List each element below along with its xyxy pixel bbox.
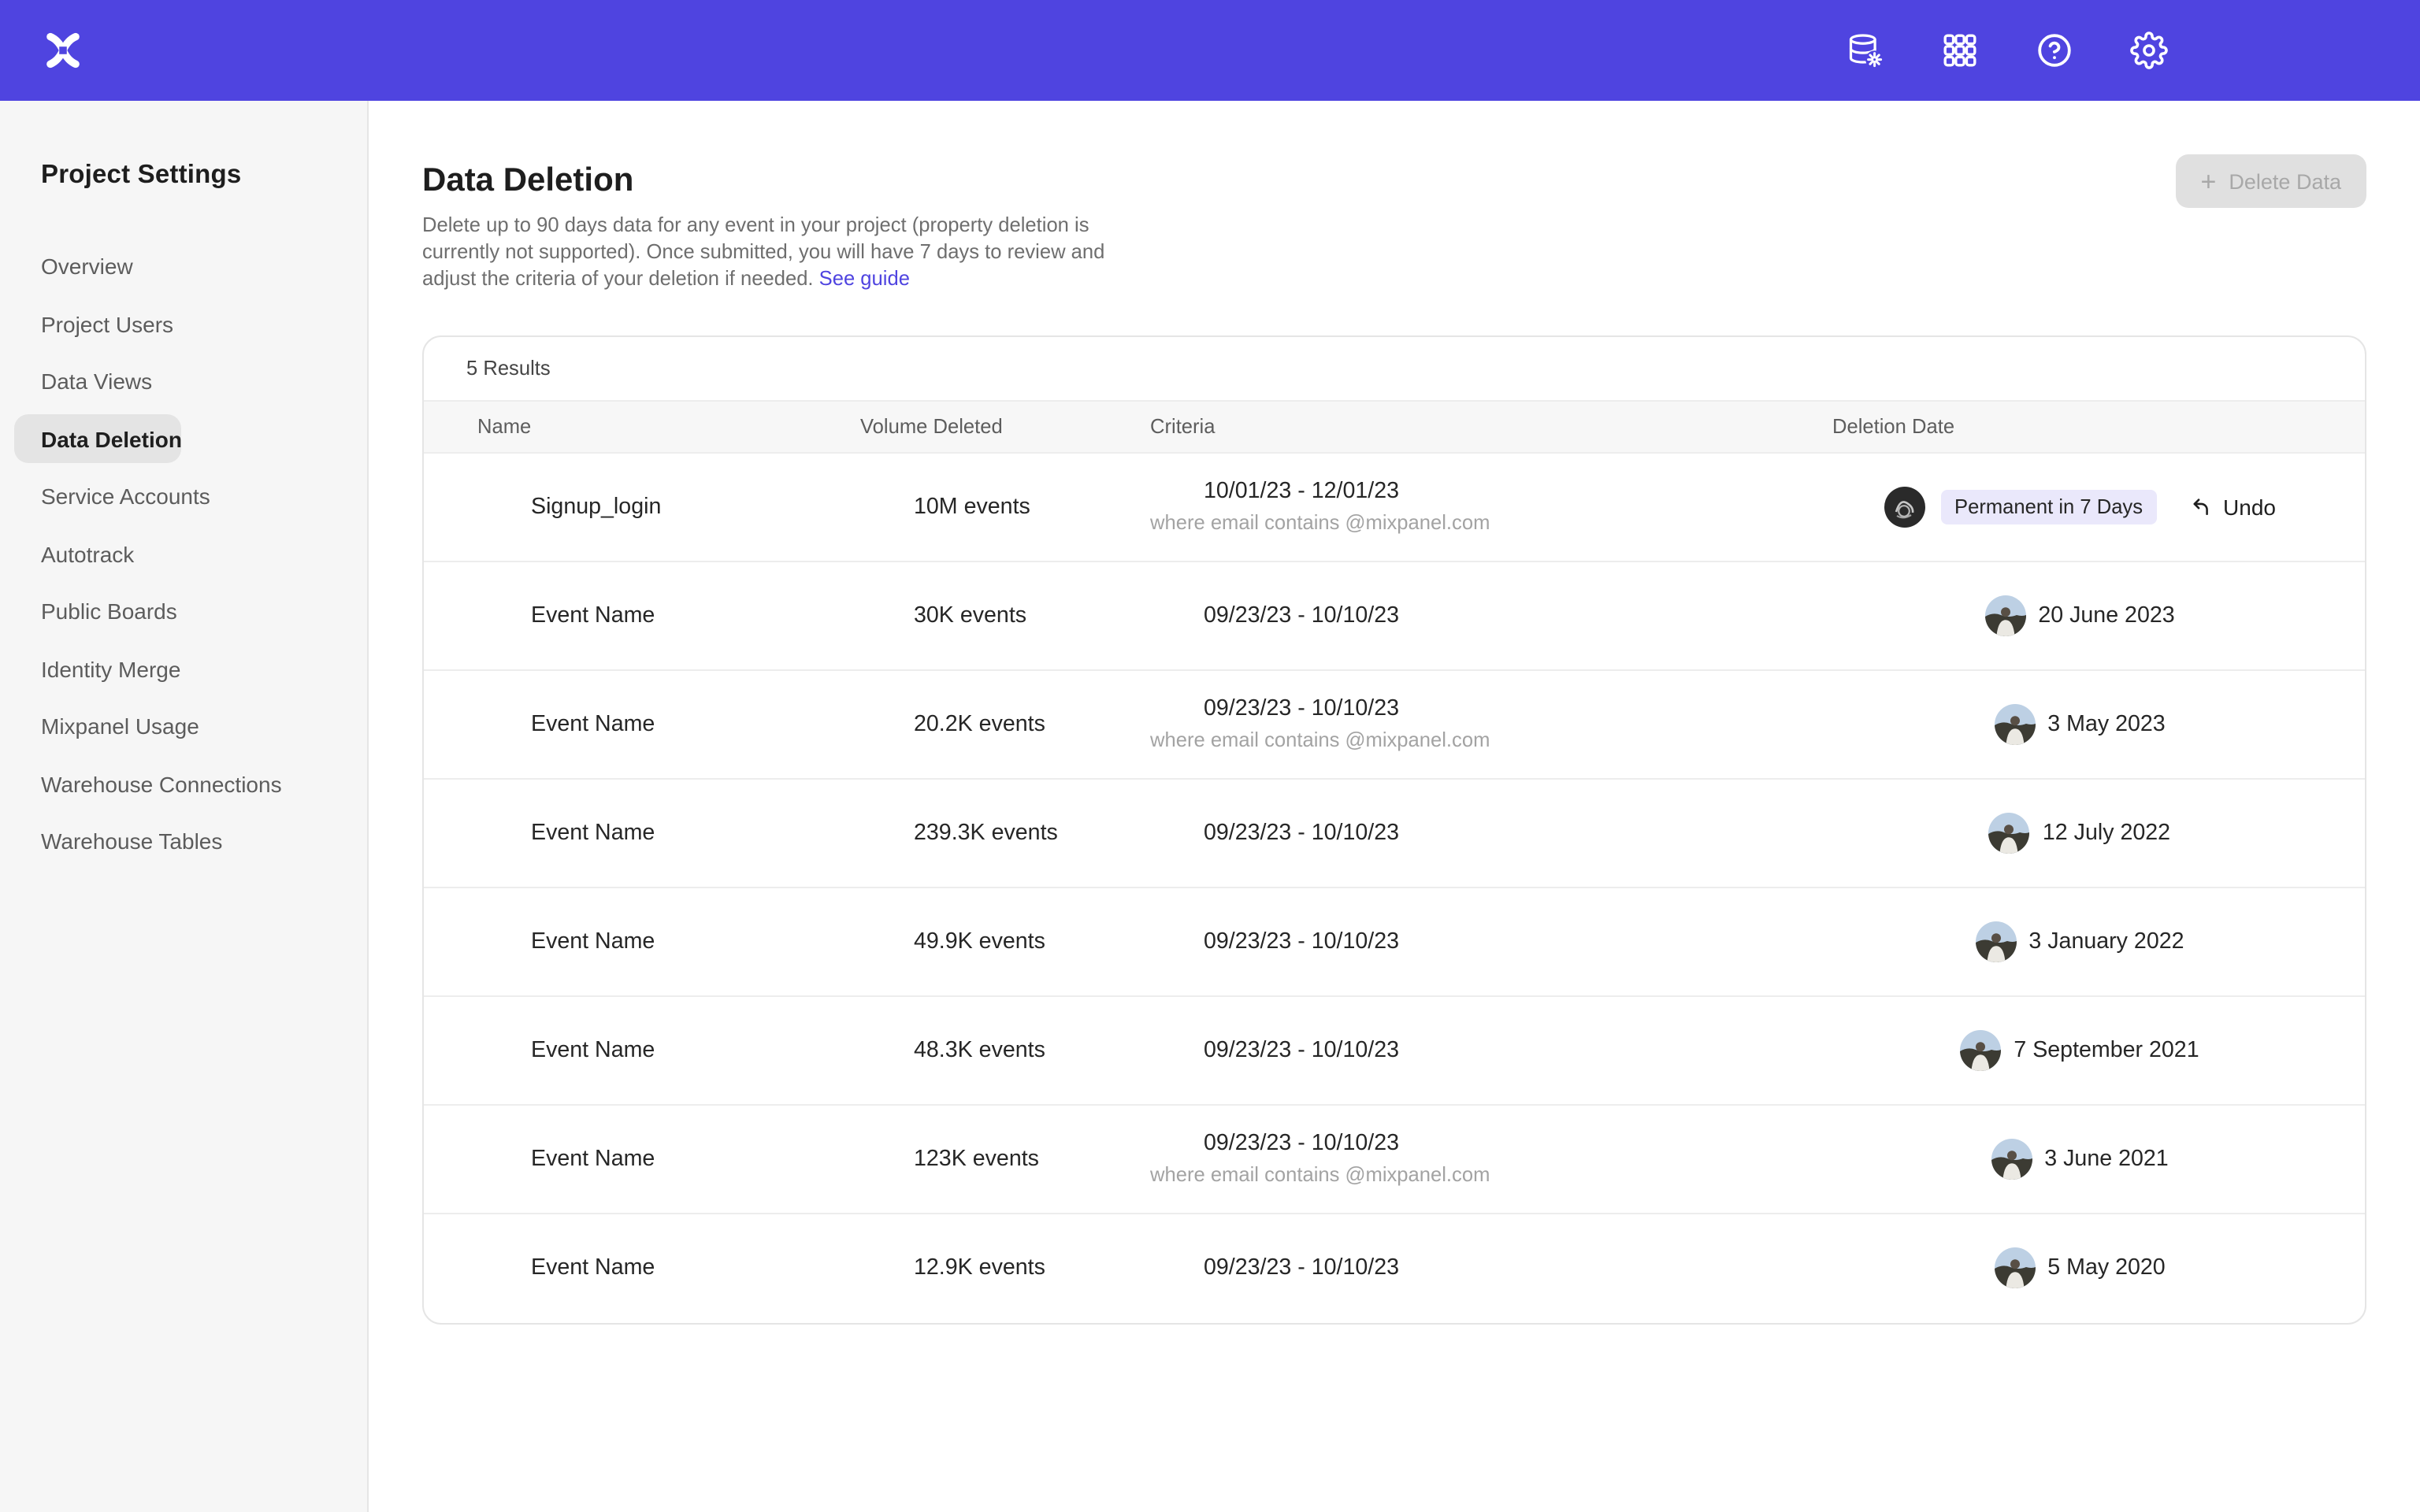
volume-deleted-cell: 48.3K events [860,1037,1150,1062]
table-header-row: Name Volume Deleted Criteria Deletion Da… [424,399,2365,453]
table-row: Event Name 48.3K events 09/23/23 - 10/10… [424,996,2365,1105]
volume-deleted-cell: 123K events [860,1146,1150,1171]
column-header-name: Name [477,414,860,438]
help-icon [2036,32,2073,69]
criteria-cell: 09/23/23 - 10/10/23 [1150,1037,1832,1062]
status-badge: Permanent in 7 Days [1940,489,2157,524]
column-header-criteria: Criteria [1150,414,1832,438]
sidebar-item-autotrack[interactable]: Autotrack [0,525,134,583]
settings-icon [2130,32,2168,69]
user-avatar [1994,703,2035,744]
criteria-cell: 09/23/23 - 10/10/23 [1150,928,1832,954]
apps-grid-icon-button[interactable] [1941,32,1979,69]
column-header-volume: Volume Deleted [860,414,1150,438]
volume-deleted-cell: 20.2K events [860,711,1150,736]
sidebar-nav: OverviewProject UsersData Views Data Dele… [0,238,367,870]
project-settings-sidebar: Project Settings OverviewProject UsersDa… [0,101,369,1512]
deletion-date-text: 7 September 2021 [2014,1037,2199,1062]
event-name-cell: Event Name [477,602,860,628]
user-avatar [1884,486,1924,527]
user-avatar [1994,1247,2035,1288]
criteria-cell: 09/23/23 - 10/10/23 [1150,602,1832,628]
user-avatar [1975,921,2016,962]
event-name-cell: Event Name [477,928,860,954]
table-body: Signup_login 10M events 10/01/23 - 12/01… [424,453,2365,1322]
event-name-cell: Event Name [477,1037,860,1062]
delete-data-button[interactable]: + Delete Data [2176,154,2366,208]
criteria-cell: 09/23/23 - 10/10/23 [1150,1255,1832,1280]
page-title: Data Deletion [422,162,2366,200]
criteria-cell: 09/23/23 - 10/10/23 where email contains… [1150,696,1832,751]
deletion-date-text: 5 May 2020 [2047,1255,2165,1280]
deletion-date-text: 3 May 2023 [2047,711,2165,736]
event-name-cell: Event Name [477,711,860,736]
sidebar-item-service-accounts[interactable]: Service Accounts [0,468,210,525]
criteria-cell: 09/23/23 - 10/10/23 [1150,820,1832,845]
event-name-cell: Signup_login [477,494,860,519]
volume-deleted-cell: 49.9K events [860,928,1150,954]
user-avatar [1960,1029,2001,1070]
app-window: Project Settings OverviewProject UsersDa… [0,0,2420,1512]
undo-icon [2190,495,2212,517]
event-name-cell: Event Name [477,1255,860,1280]
deletion-date-text: 20 June 2023 [2038,602,2174,628]
table-row: Event Name 12.9K events 09/23/23 - 10/10… [424,1214,2365,1322]
volume-deleted-cell: 239.3K events [860,820,1150,845]
sidebar-item-warehouse-tables[interactable]: Warehouse Tables [0,813,222,870]
help-icon-button[interactable] [2036,32,2073,69]
settings-icon-button[interactable] [2130,32,2168,69]
topbar-icon-group [1847,32,2168,69]
criteria-cell: 09/23/23 - 10/10/23 where email contains… [1150,1131,1832,1186]
top-navigation-bar [0,0,2420,101]
deletion-date-text: 3 June 2021 [2044,1146,2168,1171]
sidebar-item-overview[interactable]: Overview [0,238,133,295]
volume-deleted-cell: 12.9K events [860,1255,1150,1280]
volume-deleted-cell: 30K events [860,602,1150,628]
table-row: Signup_login 10M events 10/01/23 - 12/01… [424,453,2365,561]
event-name-cell: Event Name [477,1146,860,1171]
deletion-date-cell: Permanent in 7 Days Undo [1832,486,2327,527]
deletion-date-text: 12 July 2022 [2043,820,2170,845]
volume-deleted-cell: 10M events [860,494,1150,519]
deletion-table-card: 5 Results Name Volume Deleted Criteria D… [422,335,2366,1324]
deletion-date-cell: 5 May 2020 [1832,1247,2327,1288]
deletion-date-cell: 3 June 2021 [1832,1138,2327,1179]
event-name-cell: Event Name [477,820,860,845]
table-row: Event Name 239.3K events 09/23/23 - 10/1… [424,779,2365,888]
sidebar-item-public-boards[interactable]: Public Boards [0,583,177,640]
sidebar-item-mixpanel-usage[interactable]: Mixpanel Usage [0,698,199,755]
sidebar-item-data-views[interactable]: Data Views [0,353,152,410]
sidebar-item-identity-merge[interactable]: Identity Merge [0,640,180,698]
undo-button[interactable]: Undo [2190,494,2276,519]
results-count: 5 Results [424,336,2365,399]
user-avatar [1991,1138,2032,1179]
sidebar-item-project-users[interactable]: Project Users [0,295,173,353]
deletion-date-cell: 7 September 2021 [1832,1029,2327,1070]
table-row: Event Name 49.9K events 09/23/23 - 10/10… [424,888,2365,996]
plus-icon: + [2201,168,2217,195]
deletion-date-cell: 20 June 2023 [1832,595,2327,636]
see-guide-link[interactable]: See guide [819,266,910,290]
deletion-date-cell: 12 July 2022 [1832,812,2327,853]
data-management-icon-button[interactable] [1847,32,1884,69]
table-row: Event Name 20.2K events 09/23/23 - 10/10… [424,670,2365,779]
main-content: + Delete Data Data Deletion Delete up to… [369,101,2420,1512]
column-header-deletion-date: Deletion Date [1832,414,2327,438]
user-avatar [1984,595,2025,636]
user-avatar [1989,812,2030,853]
table-row: Event Name 123K events 09/23/23 - 10/10/… [424,1105,2365,1214]
mixpanel-logo[interactable] [43,30,84,71]
data-management-icon [1847,32,1884,69]
table-row: Event Name 30K events 09/23/23 - 10/10/2… [424,561,2365,670]
page-description: Delete up to 90 days data for any event … [422,213,1134,292]
apps-grid-icon [1941,32,1979,69]
deletion-date-text: 3 January 2022 [2028,928,2184,954]
sidebar-title: Project Settings [41,161,367,191]
sidebar-item-warehouse-connections[interactable]: Warehouse Connections [0,755,282,813]
criteria-cell: 10/01/23 - 12/01/23 where email contains… [1150,479,1832,534]
deletion-date-cell: 3 January 2022 [1832,921,2327,962]
deletion-date-cell: 3 May 2023 [1832,703,2327,744]
sidebar-item-data-deletion[interactable]: Data Deletion [14,415,182,464]
